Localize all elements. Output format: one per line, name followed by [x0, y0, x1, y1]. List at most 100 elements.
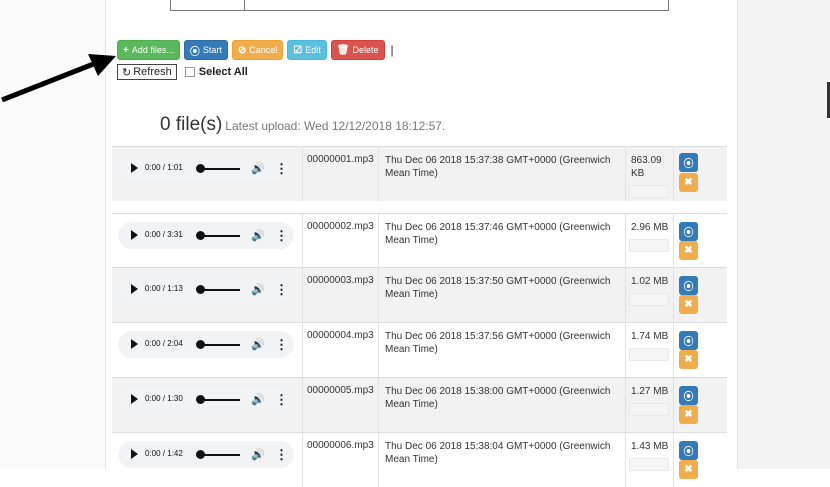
start-button[interactable]: ⦿ Start [183, 40, 228, 60]
plus-icon: + [123, 44, 129, 56]
refresh-icon: ↻ [122, 66, 132, 79]
close-icon: ✖ [684, 409, 693, 420]
close-icon: ✖ [684, 354, 693, 365]
audio-time: 0:00 / 1:42 [145, 449, 183, 458]
play-icon[interactable] [131, 394, 138, 404]
seek-knob[interactable] [196, 450, 205, 459]
delete-button[interactable]: 🗑 Delete [330, 40, 385, 60]
table-row: 0:00 / 2:04 🔊 ⋮ 00000004.mp3 Thu Dec 06 2… [112, 322, 727, 377]
file-size: 863.09 KB [631, 155, 662, 179]
audio-time: 0:00 / 2:04 [145, 339, 183, 348]
table-row: 0:00 / 1:42 🔊 ⋮ 00000006.mp3 Thu Dec 06 2… [112, 432, 727, 487]
file-size: 1.02 MB [631, 276, 669, 287]
file-size: 1.43 MB [631, 441, 669, 452]
upload-circle-icon: ⦿ [683, 159, 694, 170]
upload-row-button[interactable]: ⦿ [679, 276, 698, 295]
play-icon[interactable] [131, 284, 138, 294]
remove-row-button[interactable]: ✖ [679, 241, 698, 260]
seek-knob[interactable] [196, 340, 205, 349]
volume-icon[interactable]: 🔊 [251, 338, 265, 351]
upload-toolbar: + Add files... ⦿ Start ⊘ Cancel ☑ Edit 🗑 Dele… [117, 40, 394, 60]
upload-circle-icon: ⦿ [683, 228, 694, 239]
file-name: 00000005.mp3 [307, 385, 374, 396]
more-options-icon[interactable]: ⋮ [275, 282, 288, 298]
file-name: 00000006.mp3 [307, 440, 374, 451]
remove-row-button[interactable]: ✖ [679, 350, 698, 369]
upload-circle-icon: ⦿ [683, 447, 694, 458]
file-count: 0 file(s) [160, 114, 223, 135]
table-row: 0:00 / 1:13 🔊 ⋮ 00000003.mp3 Thu Dec 06 2… [112, 267, 727, 322]
file-date: Thu Dec 06 2018 15:38:00 GMT+0000 (Green… [385, 386, 611, 410]
table-row: 0:00 / 3:31 🔊 ⋮ 00000002.mp3 Thu Dec 06 2… [112, 213, 727, 268]
audio-player[interactable]: 0:00 / 1:30 🔊 ⋮ [118, 386, 294, 413]
remove-row-button[interactable]: ✖ [679, 405, 698, 424]
upload-circle-icon: ⦿ [683, 337, 694, 348]
remove-row-button[interactable]: ✖ [679, 173, 698, 192]
progress-bar [629, 185, 669, 198]
seek-knob[interactable] [196, 231, 205, 240]
audio-player[interactable]: 0:00 / 1:01 🔊 ⋮ [118, 155, 294, 182]
seek-knob[interactable] [196, 285, 205, 294]
latest-upload: Latest upload: Wed 12/12/2018 18:12:57. [225, 119, 446, 133]
cancel-button[interactable]: ⊘ Cancel [231, 40, 284, 60]
play-icon[interactable] [131, 163, 138, 173]
file-size: 1.74 MB [631, 331, 669, 342]
more-options-icon[interactable]: ⋮ [275, 392, 288, 408]
more-options-icon[interactable]: ⋮ [275, 161, 288, 177]
play-icon[interactable] [131, 449, 138, 459]
table-row: 0:00 / 1:01 🔊 ⋮ 00000001.mp3 Thu Dec 06 2… [112, 146, 727, 201]
close-icon: ✖ [684, 464, 693, 475]
ban-icon: ⊘ [237, 44, 247, 56]
file-summary: 0 file(s) Latest upload: Wed 12/12/2018 1… [160, 114, 445, 136]
audio-time: 0:00 / 1:30 [145, 394, 183, 403]
right-panel [737, 0, 830, 469]
audio-player[interactable]: 0:00 / 2:04 🔊 ⋮ [118, 331, 294, 358]
volume-icon[interactable]: 🔊 [251, 229, 265, 242]
remove-row-button[interactable]: ✖ [679, 295, 698, 314]
volume-icon[interactable]: 🔊 [251, 448, 265, 461]
file-date: Thu Dec 06 2018 15:37:56 GMT+0000 (Green… [385, 331, 611, 355]
volume-icon[interactable]: 🔊 [251, 283, 265, 296]
file-size: 1.27 MB [631, 386, 669, 397]
audio-player[interactable]: 0:00 / 1:42 🔊 ⋮ [118, 441, 294, 468]
upload-row-button[interactable]: ⦿ [679, 386, 698, 405]
edit-button[interactable]: ☑ Edit [287, 40, 327, 60]
add-files-button[interactable]: + Add files... [117, 40, 180, 60]
upload-circle-icon: ⦿ [189, 46, 200, 58]
upload-row-button[interactable]: ⦿ [679, 222, 698, 241]
more-options-icon[interactable]: ⋮ [275, 228, 288, 244]
upload-row-button[interactable]: ⦿ [679, 153, 698, 172]
more-options-icon[interactable]: ⋮ [275, 447, 288, 463]
refresh-row: ↻ Refresh Select All [117, 64, 248, 80]
file-date: Thu Dec 06 2018 15:37:38 GMT+0000 (Green… [385, 155, 611, 179]
file-date: Thu Dec 06 2018 15:37:46 GMT+0000 (Green… [385, 222, 611, 246]
trash-icon: 🗑 [336, 44, 350, 56]
select-all-checkbox[interactable] [184, 67, 195, 77]
audio-player[interactable]: 0:00 / 1:13 🔊 ⋮ [118, 276, 294, 303]
more-options-icon[interactable]: ⋮ [275, 337, 288, 353]
volume-icon[interactable]: 🔊 [251, 393, 265, 406]
upload-row-button[interactable]: ⦿ [679, 441, 698, 460]
seek-knob[interactable] [196, 164, 205, 173]
file-name: 00000002.mp3 [307, 221, 374, 232]
refresh-button[interactable]: ↻ Refresh [117, 64, 177, 80]
progress-bar [629, 293, 669, 306]
play-icon[interactable] [131, 339, 138, 349]
audio-time: 0:00 / 3:31 [145, 230, 183, 239]
progress-bar [629, 239, 669, 252]
close-icon: ✖ [684, 177, 693, 188]
seek-knob[interactable] [196, 395, 205, 404]
upload-circle-icon: ⦿ [683, 282, 694, 293]
volume-icon[interactable]: 🔊 [251, 162, 265, 175]
audio-player[interactable]: 0:00 / 3:31 🔊 ⋮ [118, 222, 294, 249]
table-row: 0:00 / 1:30 🔊 ⋮ 00000005.mp3 Thu Dec 06 2… [112, 377, 727, 432]
upload-row-button[interactable]: ⦿ [679, 331, 698, 350]
file-name: 00000004.mp3 [307, 330, 374, 341]
select-all-label[interactable]: Select All [199, 66, 248, 78]
file-date: Thu Dec 06 2018 15:37:50 GMT+0000 (Green… [385, 276, 611, 300]
file-size: 2.96 MB [631, 222, 669, 233]
play-icon[interactable] [131, 230, 138, 240]
annotation-arrow-icon [1, 54, 116, 102]
close-icon: ✖ [684, 299, 693, 310]
remove-row-button[interactable]: ✖ [679, 460, 698, 479]
